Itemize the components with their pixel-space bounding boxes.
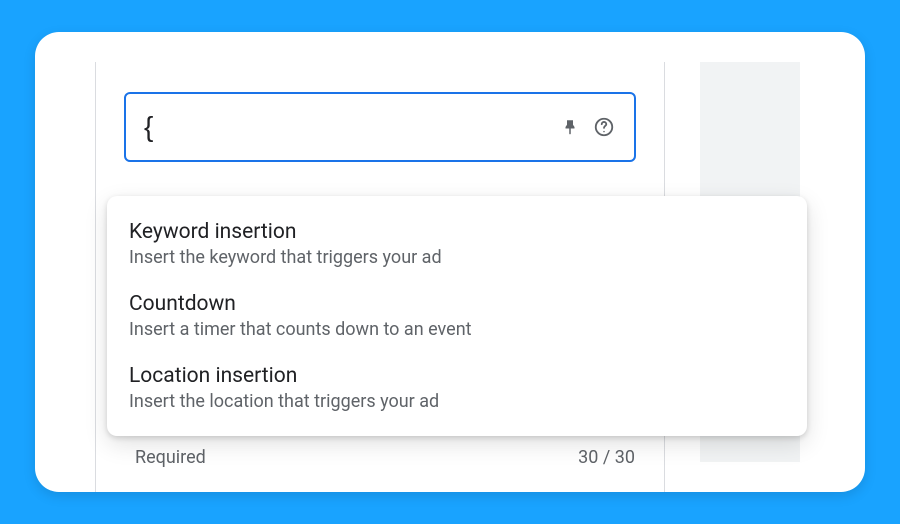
dropdown-item-desc: Insert a timer that counts down to an ev… — [129, 319, 785, 340]
help-icon[interactable] — [592, 115, 616, 139]
dropdown-item-desc: Insert the keyword that triggers your ad — [129, 247, 785, 268]
headline-input-container[interactable] — [124, 92, 636, 162]
dropdown-item-location-insertion[interactable]: Location insertion Insert the location t… — [107, 352, 807, 424]
char-counter: 30 / 30 — [578, 447, 635, 468]
dropdown-item-desc: Insert the location that triggers your a… — [129, 391, 785, 412]
dropdown-item-title: Countdown — [129, 292, 785, 316]
dropdown-item-keyword-insertion[interactable]: Keyword insertion Insert the keyword tha… — [107, 208, 807, 280]
field-footer: Required 30 / 30 — [135, 447, 635, 468]
pin-icon[interactable] — [558, 115, 582, 139]
input-icon-group — [558, 115, 616, 139]
headline-input[interactable] — [144, 111, 558, 143]
dropdown-item-title: Keyword insertion — [129, 220, 785, 244]
editor-panel: Required 30 / 30 Keyword insertion Inser… — [35, 32, 865, 492]
insertion-dropdown: Keyword insertion Insert the keyword tha… — [107, 196, 807, 436]
dropdown-item-title: Location insertion — [129, 364, 785, 388]
dropdown-item-countdown[interactable]: Countdown Insert a timer that counts dow… — [107, 280, 807, 352]
required-label: Required — [135, 447, 206, 468]
